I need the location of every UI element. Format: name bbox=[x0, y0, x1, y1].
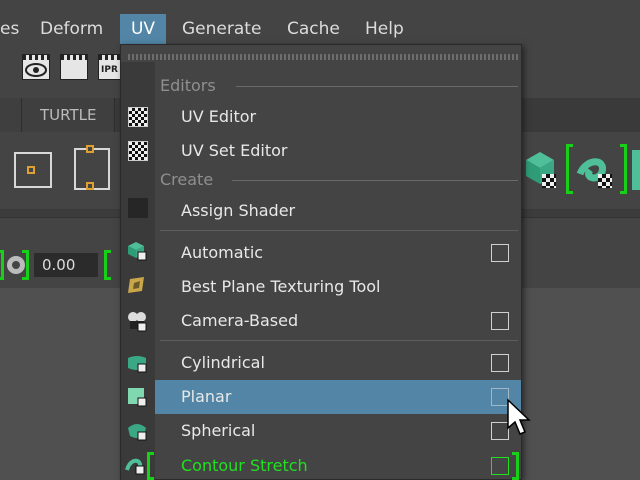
ipr-icon[interactable]: IPR bbox=[98, 54, 122, 80]
contour-stretch-icon bbox=[124, 454, 145, 475]
menu-item-uv-editor[interactable]: UV Editor bbox=[155, 100, 521, 134]
menu-item-label: Best Plane Texturing Tool bbox=[181, 277, 381, 296]
menu-generate[interactable]: Generate bbox=[176, 14, 267, 44]
menu-item-label: Contour Stretch bbox=[181, 456, 308, 475]
menu-item-contour-stretch[interactable]: Contour Stretch bbox=[155, 449, 521, 480]
section-editors: Editors bbox=[160, 76, 216, 95]
option-box-icon[interactable] bbox=[491, 457, 509, 475]
best-plane-icon bbox=[126, 275, 146, 295]
uv-editor-icon bbox=[128, 107, 148, 127]
eye-icon[interactable] bbox=[22, 54, 50, 80]
menu-item-assign-shader[interactable]: Assign Shader bbox=[155, 194, 521, 228]
scale-tool-icon[interactable] bbox=[74, 145, 110, 190]
planar-mapping-icon bbox=[126, 386, 147, 407]
favorite-bracket-left bbox=[104, 250, 111, 280]
option-box-icon[interactable] bbox=[491, 244, 509, 262]
toolbar-icon-partial[interactable] bbox=[632, 150, 640, 190]
favorite-bracket-right bbox=[620, 144, 627, 194]
menu-item-label: UV Set Editor bbox=[181, 141, 288, 160]
ipr-label: IPR bbox=[101, 65, 118, 75]
uv-set-editor-icon bbox=[128, 141, 148, 161]
menu-modeling-partial[interactable]: es bbox=[0, 14, 25, 44]
menu-item-label: UV Editor bbox=[181, 107, 257, 126]
option-box-icon[interactable] bbox=[491, 354, 509, 372]
move-tool-icon[interactable] bbox=[14, 152, 52, 188]
automatic-mapping-icon bbox=[126, 240, 147, 261]
menu-item-label: Camera-Based bbox=[181, 311, 299, 330]
cube-map-icon[interactable] bbox=[520, 148, 560, 190]
cylindrical-mapping-icon bbox=[126, 352, 147, 373]
menu-item-cylindrical[interactable]: Cylindrical bbox=[155, 346, 521, 380]
menu-item-camera-based[interactable]: Camera-Based bbox=[155, 304, 521, 338]
menu-item-label: Automatic bbox=[181, 243, 264, 262]
menu-item-automatic[interactable]: Automatic bbox=[155, 236, 521, 270]
section-create: Create bbox=[160, 170, 214, 189]
menu-separator bbox=[160, 230, 518, 231]
favorite-bracket-right bbox=[512, 452, 519, 480]
clapper-icon[interactable] bbox=[60, 54, 88, 80]
menu-help[interactable]: Help bbox=[359, 14, 410, 44]
tab-previous[interactable] bbox=[0, 98, 22, 132]
menu-separator bbox=[160, 340, 518, 341]
menu-cache[interactable]: Cache bbox=[281, 14, 346, 44]
menu-item-planar[interactable]: Planar bbox=[155, 380, 521, 414]
favorite-bracket-left bbox=[566, 144, 573, 194]
menu-item-label: Planar bbox=[181, 387, 232, 406]
shader-swatch-icon bbox=[128, 198, 148, 218]
favorite-bracket-right bbox=[22, 250, 29, 280]
favorite-bracket-left bbox=[147, 452, 154, 480]
menu-uv[interactable]: UV bbox=[120, 14, 166, 44]
menu-deform[interactable]: Deform bbox=[34, 14, 109, 44]
main-menubar: es Deform UV Generate Cache Help bbox=[0, 0, 640, 44]
menu-item-label: Spherical bbox=[181, 421, 256, 440]
menu-item-label: Cylindrical bbox=[181, 353, 265, 372]
contour-stretch-toolbar-icon[interactable] bbox=[576, 148, 620, 190]
camera-based-icon bbox=[126, 310, 147, 332]
option-box-icon[interactable] bbox=[491, 312, 509, 330]
value-field[interactable]: 0.00 bbox=[34, 253, 98, 277]
menu-item-spherical[interactable]: Spherical bbox=[155, 414, 521, 448]
tab-turtle[interactable]: TURTLE bbox=[22, 98, 116, 132]
section-divider bbox=[236, 86, 518, 87]
menu-item-uv-set-editor[interactable]: UV Set Editor bbox=[155, 134, 521, 168]
mouse-cursor-icon bbox=[507, 398, 531, 435]
spherical-mapping-icon bbox=[126, 420, 147, 441]
menu-item-label: Assign Shader bbox=[181, 201, 296, 220]
section-divider bbox=[232, 180, 518, 181]
tearoff-handle[interactable] bbox=[128, 54, 518, 60]
menu-item-best-plane-texturing[interactable]: Best Plane Texturing Tool bbox=[155, 270, 521, 304]
